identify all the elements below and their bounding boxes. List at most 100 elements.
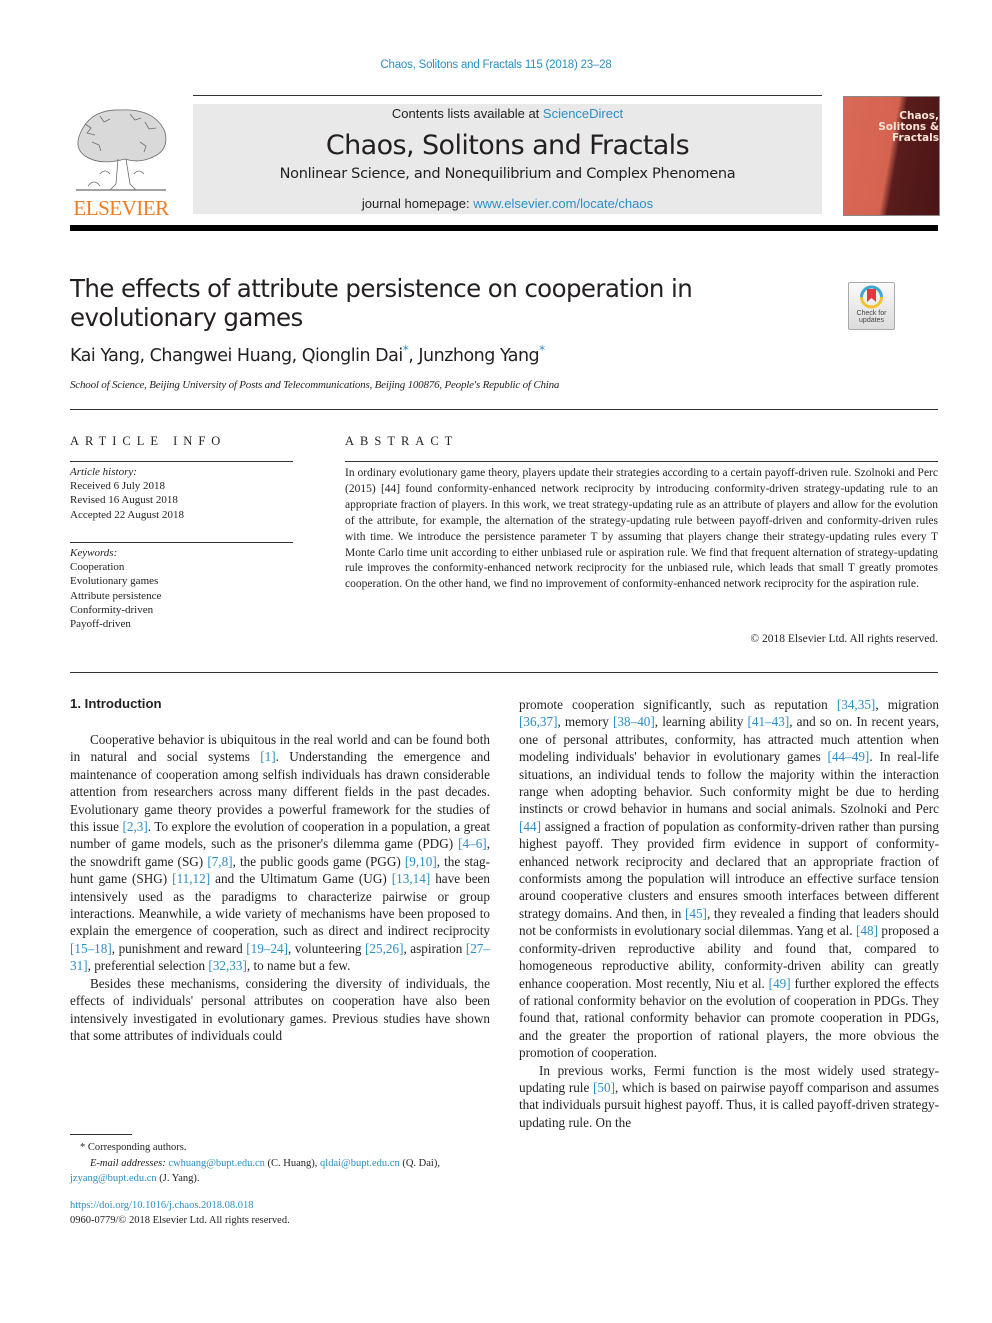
body-text: , preferential selection <box>87 958 209 974</box>
reference-link[interactable]: [7,8] <box>207 854 232 869</box>
body-text: , the public goods game (PGG) <box>232 853 405 869</box>
author-name[interactable]: Changwei Huang <box>150 346 292 366</box>
check-for-updates-button[interactable]: Check for updates <box>848 282 895 330</box>
article-info-heading: ARTICLE INFO <box>70 434 227 448</box>
reference-link[interactable]: [36,37] <box>519 714 557 729</box>
reference-link[interactable]: [44] <box>519 819 541 834</box>
section-heading: 1. Introduction <box>70 696 162 711</box>
author-affiliation: School of Science, Beijing University of… <box>70 379 560 391</box>
abstract-copyright: © 2018 Elsevier Ltd. All rights reserved… <box>750 633 938 645</box>
reference-link[interactable]: [38–40] <box>613 714 655 729</box>
author-separator: , <box>408 346 419 366</box>
body-text: , volunteering <box>288 940 366 956</box>
abstract-heading: ABSTRACT <box>345 434 459 448</box>
journal-masthead: Contents lists available at ScienceDirec… <box>193 104 822 214</box>
email-link[interactable]: cwhuang@bupt.edu.cn <box>168 1158 265 1169</box>
doi-link[interactable]: https://doi.org/10.1016/j.chaos.2018.08.… <box>70 1200 254 1211</box>
header-rule <box>193 95 822 96</box>
keywords: Keywords: Cooperation Evolutionary games… <box>70 546 295 631</box>
history-received: Received 6 July 2018 <box>70 480 166 493</box>
body-paragraph: In previous works, Fermi function is the… <box>519 1062 939 1132</box>
reference-link[interactable]: [25,26] <box>365 941 403 956</box>
email-owner: (C. Huang), <box>264 1157 321 1169</box>
body-paragraph: promote cooperation significantly, such … <box>519 696 939 1062</box>
corresponding-note: * Corresponding authors. <box>80 1142 187 1153</box>
author-name[interactable]: Qionglin Dai <box>302 346 403 366</box>
email-label: E-mail addresses: <box>90 1157 166 1169</box>
homepage-prefix: journal homepage: <box>361 196 474 211</box>
reference-link[interactable]: [44–49] <box>828 749 870 764</box>
reference-link[interactable]: [45] <box>685 906 707 921</box>
divider <box>70 672 938 673</box>
body-text: and the Ultimatum Game (UG) <box>210 871 392 887</box>
reference-link[interactable]: [50] <box>593 1080 615 1095</box>
author-separator: , <box>291 346 302 366</box>
reference-link[interactable]: [34,35] <box>837 697 875 712</box>
corresponding-author-mark[interactable]: * <box>539 343 545 357</box>
reference-link[interactable]: [1] <box>260 749 275 764</box>
body-text: , punishment and reward <box>111 940 247 956</box>
reference-link[interactable]: [11,12] <box>172 871 210 886</box>
divider <box>70 409 938 410</box>
tree-icon <box>76 109 167 191</box>
reference-link[interactable]: [13,14] <box>392 871 430 886</box>
reference-link[interactable]: [32,33] <box>208 958 246 973</box>
crossmark-label: Check for updates <box>856 310 887 324</box>
abstract-text: In ordinary evolutionary game theory, pl… <box>345 467 938 591</box>
journal-homepage-link[interactable]: www.elsevier.com/locate/chaos <box>473 196 653 211</box>
divider <box>345 461 938 462</box>
email-link[interactable]: jzyang@bupt.edu.cn <box>70 1173 157 1184</box>
cover-title: Chaos, Solitons & Fractals <box>878 110 939 144</box>
crossmark-icon <box>860 285 883 309</box>
contents-line: Contents lists available at ScienceDirec… <box>193 106 822 121</box>
header-thick-rule <box>70 225 938 231</box>
body-column-left: Cooperative behavior is ubiquitous in th… <box>70 731 490 1044</box>
keyword: Cooperation <box>70 561 125 574</box>
journal-citation[interactable]: Chaos, Solitons and Fractals 115 (2018) … <box>0 59 992 71</box>
body-column-right: promote cooperation significantly, such … <box>519 696 939 1131</box>
journal-homepage-line: journal homepage: www.elsevier.com/locat… <box>193 196 822 211</box>
footnote-rule <box>70 1134 132 1135</box>
article-history-header: Article history: <box>70 466 137 478</box>
contents-prefix: Contents lists available at <box>391 106 543 121</box>
author-separator: , <box>139 346 150 366</box>
keyword: Attribute persistence <box>70 589 162 602</box>
reference-link[interactable]: [4–6] <box>458 836 487 851</box>
reference-link[interactable]: [48] <box>856 923 878 938</box>
keyword: Payoff-driven <box>70 618 131 631</box>
elsevier-wordmark: ELSEVIER <box>73 196 169 220</box>
divider <box>70 461 293 462</box>
reference-link[interactable]: [2,3] <box>122 819 147 834</box>
reference-link[interactable]: [41–43] <box>747 714 789 729</box>
footnotes: * Corresponding authors. E-mail addresse… <box>70 1140 490 1187</box>
body-text: , learning ability <box>654 714 748 730</box>
keyword: Conformity-driven <box>70 603 154 616</box>
history-accepted: Accepted 22 August 2018 <box>70 508 184 521</box>
body-text: , migration <box>875 697 939 712</box>
body-text: promote cooperation significantly, such … <box>519 697 837 712</box>
reference-link[interactable]: [49] <box>769 976 791 991</box>
body-text: , aspiration <box>403 940 466 956</box>
keyword: Evolutionary games <box>70 575 159 588</box>
email-link[interactable]: qldai@bupt.edu.cn <box>320 1158 400 1169</box>
body-text: Besides these mechanisms, considering th… <box>70 975 490 1043</box>
article-history: Article history: Received 6 July 2018 Re… <box>70 465 295 522</box>
journal-title: Chaos, Solitons and Fractals <box>325 130 690 161</box>
author-list: Kai Yang, Changwei Huang, Qionglin Dai *,… <box>70 343 545 366</box>
reference-link[interactable]: [19–24] <box>246 941 288 956</box>
email-addresses: E-mail addresses: cwhuang@bupt.edu.cn (C… <box>70 1156 490 1187</box>
history-revised: Revised 16 August 2018 <box>70 494 178 507</box>
author-name[interactable]: Kai Yang <box>70 346 140 366</box>
issn-copyright: 0960-0779/© 2018 Elsevier Ltd. All right… <box>70 1215 290 1226</box>
author-name[interactable]: Junzhong Yang <box>418 346 539 366</box>
doi-block: https://doi.org/10.1016/j.chaos.2018.08.… <box>70 1198 290 1228</box>
body-paragraph: Besides these mechanisms, considering th… <box>70 975 490 1045</box>
reference-link[interactable]: [9,10] <box>405 854 437 869</box>
divider <box>70 542 293 543</box>
body-text: , to name but a few. <box>246 958 351 974</box>
sciencedirect-link[interactable]: ScienceDirect <box>543 106 623 121</box>
reference-link[interactable]: [15–18] <box>70 941 112 956</box>
body-paragraph: Cooperative behavior is ubiquitous in th… <box>70 731 490 975</box>
email-owner: (J. Yang). <box>156 1173 200 1184</box>
journal-cover-thumbnail[interactable]: Chaos, Solitons & Fractals <box>843 96 940 216</box>
